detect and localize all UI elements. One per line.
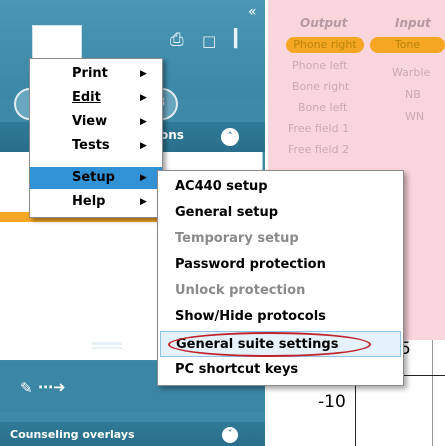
input-selected-pill[interactable]: Tone xyxy=(370,37,445,53)
input-option[interactable]: WN xyxy=(405,110,424,123)
section-header-label: ons xyxy=(160,128,184,142)
save-icon[interactable]: □ xyxy=(202,31,216,51)
output-option[interactable]: Free field 1 xyxy=(288,122,349,135)
menu-item-tests[interactable]: Tests ▶ xyxy=(30,135,162,157)
counseling-overlays-label: Counseling overlays xyxy=(10,428,135,441)
panel-splitter[interactable] xyxy=(92,342,122,345)
submenu-item-unlock-protection: Unlock protection xyxy=(158,278,403,304)
menu-item-edit[interactable]: Edit ▶ xyxy=(30,87,162,109)
menu-item-label: View xyxy=(72,114,108,129)
submenu-arrow-icon: ▶ xyxy=(140,93,147,103)
submenu-arrow-icon: ▶ xyxy=(140,197,147,207)
submenu-item-general-setup[interactable]: General setup xyxy=(158,200,403,226)
menu-item-label: Setup xyxy=(72,170,115,185)
input-column-header: Input xyxy=(395,16,431,30)
output-option[interactable]: Bone right xyxy=(292,80,349,93)
menu-item-setup[interactable]: Setup ▶ xyxy=(30,167,162,189)
output-selected-pill[interactable]: Phone right xyxy=(286,37,364,53)
submenu-arrow-icon: ▶ xyxy=(140,69,147,79)
submenu-arrow-icon: ▶ xyxy=(140,173,147,183)
input-option[interactable]: Warble xyxy=(392,66,430,79)
edit-note-icon[interactable]: ✎ xyxy=(20,379,33,397)
menu-item-label: Tests xyxy=(72,138,110,153)
output-option[interactable]: Free field 2 xyxy=(288,143,349,156)
menu-item-help[interactable]: Help ▶ xyxy=(30,191,162,213)
submenu-item-temporary-setup: Temporary setup xyxy=(158,226,403,252)
panel-splitter-line xyxy=(92,347,122,349)
collapse-panel-icon[interactable]: « xyxy=(248,4,257,20)
submenu-item-pc-shortcut-keys[interactable]: PC shortcut keys xyxy=(158,357,403,383)
output-option[interactable]: Phone left xyxy=(292,59,347,72)
arrow-right-icon[interactable]: ⋯➜ xyxy=(38,378,66,396)
submenu-item-show-hide-protocols[interactable]: Show/Hide protocols xyxy=(158,304,403,330)
printer-icon[interactable]: ⎙ xyxy=(170,30,184,50)
submenu-item-password-protection[interactable]: Password protection xyxy=(158,252,403,278)
menu-item-label: Help xyxy=(72,194,106,209)
submenu-item-label: PC shortcut keys xyxy=(175,362,299,377)
audiogram-gridline xyxy=(432,340,433,446)
main-menu: Print ▶ Edit ▶ View ▶ Tests ▶ Setup ▶ He… xyxy=(29,58,163,218)
menu-item-view[interactable]: View ▶ xyxy=(30,111,162,133)
submenu-item-label: Password protection xyxy=(175,257,326,272)
submenu-arrow-icon: ▶ xyxy=(140,141,147,151)
input-option[interactable]: NB xyxy=(405,88,421,101)
audiogram-axis-label: -10 xyxy=(318,392,346,412)
submenu-item-label: Unlock protection xyxy=(175,283,306,298)
submenu-arrow-icon: ▶ xyxy=(140,117,147,127)
submenu-item-label: Temporary setup xyxy=(175,231,299,246)
output-column-header: Output xyxy=(300,16,348,30)
submenu-item-label: General setup xyxy=(175,205,279,220)
chevron-up-icon[interactable]: ˄ xyxy=(221,128,239,146)
menu-item-print[interactable]: Print ▶ xyxy=(30,63,162,85)
exit-door-icon[interactable]: ▎ xyxy=(234,29,247,49)
submenu-item-ac440-setup[interactable]: AC440 setup xyxy=(158,174,403,200)
output-option[interactable]: Bone left xyxy=(298,101,347,114)
menu-item-label: Edit xyxy=(72,90,101,105)
highlight-circle-annotation xyxy=(168,332,371,357)
submenu-item-label: AC440 setup xyxy=(175,179,268,194)
submenu-item-label: Show/Hide protocols xyxy=(175,309,326,324)
menu-item-label: Print xyxy=(72,66,108,81)
chevron-down-icon[interactable]: ˅ xyxy=(222,427,238,443)
